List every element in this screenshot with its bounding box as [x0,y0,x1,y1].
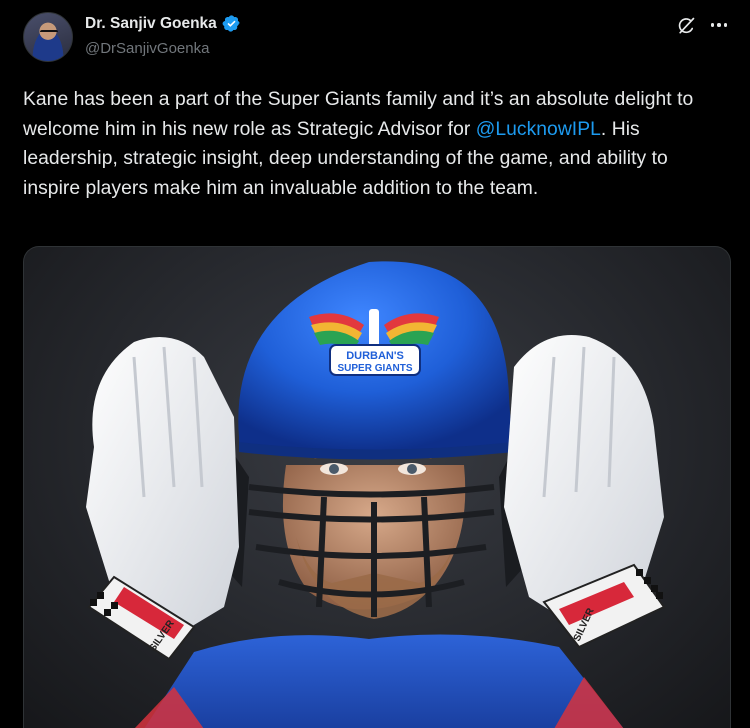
tweet-text: Kane has been a part of the Super Giants… [23,85,728,203]
helmet-logo-line1: DURBAN'S [346,350,404,362]
grok-icon[interactable] [676,16,696,36]
mention-link[interactable]: @LucknowIPL [476,119,601,140]
author-name-row: Dr. Sanjiv Goenka [85,14,241,33]
tweet: Dr. Sanjiv Goenka @DrSanjivGoenka Kane h… [0,0,750,728]
tweet-media-image[interactable]: DURBAN'S SUPER GIANTS SILVER SILVER [23,246,731,728]
avatar[interactable] [23,12,73,62]
author-display-name[interactable]: Dr. Sanjiv Goenka [85,15,217,33]
avatar-glasses [40,30,58,35]
jersey [144,634,624,728]
helmet-logo-line2: SUPER GIANTS [337,363,412,374]
author-handle[interactable]: @DrSanjivGoenka [85,40,209,57]
more-icon[interactable] [706,14,732,36]
verified-badge-icon [222,15,240,32]
player-photo: DURBAN'S SUPER GIANTS SILVER SILVER [86,261,666,728]
right-glove: SILVER [504,335,666,649]
left-glove: SILVER [86,337,239,661]
